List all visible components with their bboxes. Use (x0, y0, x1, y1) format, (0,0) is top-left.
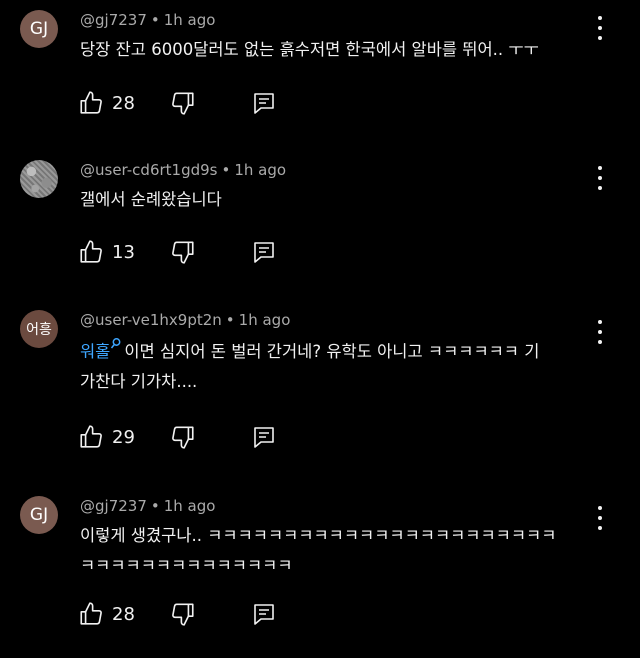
comment-meta: @gj7237 • 1h ago (80, 496, 215, 516)
like-count: 29 (112, 426, 135, 448)
reply-button[interactable] (252, 238, 276, 266)
thumbs-down-icon (172, 603, 194, 626)
comment-meta: @user-ve1hx9pt2n • 1h ago (80, 310, 290, 330)
comment-text: 당장 잔고 6000달러도 없는 흙수저면 한국에서 알바를 뛰어.. ㅜㅜ (80, 35, 600, 65)
comment-text-line: 워홀 이면 심지어 돈 벌러 간거네? 유학도 아니고 ㅋㅋㅋㅋㅋㅋ 기 (80, 337, 600, 367)
thumbs-down-icon (172, 241, 194, 264)
comment-meta: @user-cd6rt1gd9s • 1h ago (80, 160, 286, 180)
like-count: 28 (112, 92, 135, 114)
dislike-button[interactable] (170, 89, 196, 117)
comment-author[interactable]: @gj7237 (80, 497, 147, 515)
like-button[interactable]: 13 (78, 238, 135, 266)
like-button[interactable]: 29 (78, 423, 135, 451)
comment-time[interactable]: 1h ago (239, 311, 291, 329)
like-button[interactable]: 28 (78, 89, 135, 117)
mention-link[interactable]: 워홀 (80, 342, 110, 361)
comment-text-line: 당장 잔고 6000달러도 없는 흙수저면 한국에서 알바를 뛰어.. ㅜㅜ (80, 40, 539, 59)
like-button[interactable]: 28 (78, 600, 135, 628)
more-vert-icon[interactable] (592, 16, 608, 40)
like-count: 28 (112, 603, 135, 625)
avatar[interactable] (20, 160, 58, 198)
comment-meta: @gj7237 • 1h ago (80, 10, 215, 30)
thumbs-up-icon (80, 602, 102, 625)
meta-separator: • (225, 311, 235, 329)
comment-author[interactable]: @user-ve1hx9pt2n (80, 311, 222, 329)
dislike-button[interactable] (170, 423, 196, 451)
more-vert-icon[interactable] (592, 506, 608, 530)
search-icon (111, 338, 121, 349)
comment-text-line: 갤에서 순례왔습니다 (80, 190, 222, 209)
reply-icon (254, 604, 274, 625)
comment-author[interactable]: @user-cd6rt1gd9s (80, 161, 217, 179)
thumbs-up-icon (80, 91, 102, 114)
reply-icon (254, 93, 274, 114)
reply-button[interactable] (252, 423, 276, 451)
more-vert-icon[interactable] (592, 320, 608, 344)
comment-text-line: ㅋㅋㅋㅋㅋㅋㅋㅋㅋㅋㅋㅋㅋㅋ (80, 556, 293, 575)
avatar[interactable]: GJ (20, 10, 58, 48)
thumbs-up-icon (80, 240, 102, 263)
comment-text: 갤에서 순례왔습니다 (80, 185, 600, 215)
thumbs-down-icon (172, 426, 194, 449)
reply-icon (254, 427, 274, 448)
thumbs-down-icon (172, 92, 194, 115)
comment-author[interactable]: @gj7237 (80, 11, 147, 29)
reply-button[interactable] (252, 600, 276, 628)
comment-text-line: 가찬다 기가차.... (80, 372, 198, 391)
reply-button[interactable] (252, 89, 276, 117)
meta-separator: • (150, 11, 160, 29)
dislike-button[interactable] (170, 600, 196, 628)
avatar[interactable]: GJ (20, 496, 58, 534)
comment-text: 이렇게 생겼구나.. ㅋㅋㅋㅋㅋㅋㅋㅋㅋㅋㅋㅋㅋㅋㅋㅋㅋㅋㅋㅋㅋㅋㅋ ㅋㅋㅋㅋㅋ… (80, 521, 600, 581)
comment-text: 워홀 이면 심지어 돈 벌러 간거네? 유학도 아니고 ㅋㅋㅋㅋㅋㅋ 기 가찬다 … (80, 337, 600, 397)
reply-icon (254, 242, 274, 263)
meta-separator: • (221, 161, 231, 179)
meta-separator: • (150, 497, 160, 515)
comment-time[interactable]: 1h ago (234, 161, 286, 179)
comment-text-segment: 이면 심지어 돈 벌러 간거네? 유학도 아니고 ㅋㅋㅋㅋㅋㅋ 기 (124, 342, 540, 361)
comment-time[interactable]: 1h ago (164, 497, 216, 515)
comment-text-line: 이렇게 생겼구나.. ㅋㅋㅋㅋㅋㅋㅋㅋㅋㅋㅋㅋㅋㅋㅋㅋㅋㅋㅋㅋㅋㅋㅋ (80, 526, 557, 545)
like-count: 13 (112, 241, 135, 263)
more-vert-icon[interactable] (592, 166, 608, 190)
comment-time[interactable]: 1h ago (164, 11, 216, 29)
dislike-button[interactable] (170, 238, 196, 266)
thumbs-up-icon (80, 425, 102, 448)
avatar[interactable]: 어흥 (20, 310, 58, 348)
